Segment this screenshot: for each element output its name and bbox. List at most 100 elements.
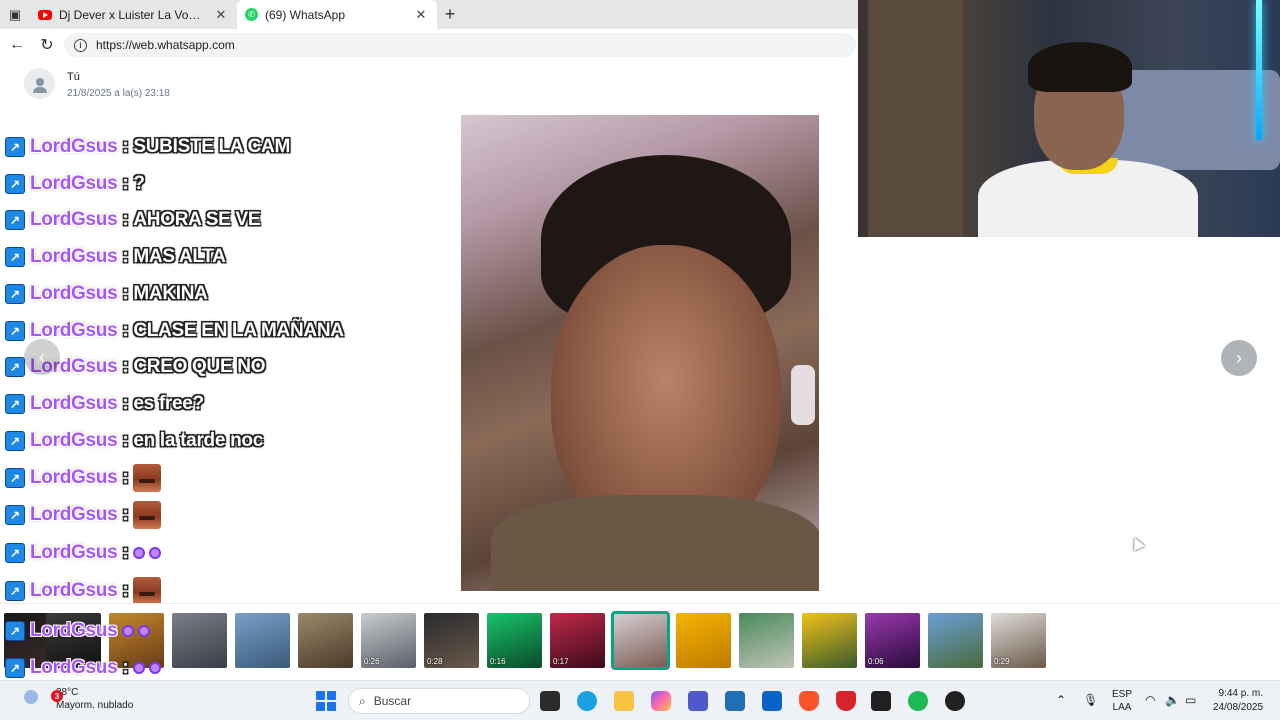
outlook-icon[interactable] bbox=[762, 691, 782, 711]
media-thumbnail[interactable] bbox=[802, 613, 857, 668]
kick-badge-icon: ↗ bbox=[5, 284, 25, 304]
media-thumbnail[interactable]: 0:16 bbox=[487, 613, 542, 668]
task-view-icon[interactable] bbox=[540, 691, 560, 711]
media-thumbnail[interactable] bbox=[298, 613, 353, 668]
chat-separator: : bbox=[122, 467, 129, 488]
kick-badge-icon: ↗ bbox=[5, 394, 25, 414]
close-icon[interactable]: ✕ bbox=[413, 7, 429, 23]
edge-icon[interactable] bbox=[577, 691, 597, 711]
spotify-icon[interactable] bbox=[908, 691, 928, 711]
teams-icon[interactable] bbox=[688, 691, 708, 711]
search-placeholder: Buscar bbox=[373, 694, 412, 708]
kick-badge-icon: ↗ bbox=[5, 174, 25, 194]
volume-icon[interactable]: 🔈 bbox=[1165, 693, 1180, 707]
brave-icon[interactable] bbox=[799, 691, 819, 711]
copilot-icon[interactable] bbox=[651, 691, 671, 711]
chevron-up-icon[interactable]: ⌃ bbox=[1056, 693, 1066, 707]
recording-app-icon[interactable] bbox=[945, 691, 965, 711]
video-duration: 0:17 bbox=[553, 657, 569, 666]
media-thumbnail[interactable] bbox=[676, 613, 731, 668]
chat-separator: : bbox=[122, 320, 129, 341]
kick-badge-icon: ↗ bbox=[5, 505, 25, 525]
chat-message: ? bbox=[133, 173, 145, 194]
store-icon[interactable] bbox=[725, 691, 745, 711]
chat-line: ↗ LordGsus : CLASE EN LA MAÑANA bbox=[5, 316, 344, 346]
chat-line: ↗ LordGsus : bbox=[5, 463, 162, 493]
chat-line: ↗ LordGsus : ? bbox=[5, 169, 145, 199]
back-arrow-icon[interactable]: ← bbox=[4, 32, 30, 58]
chat-username: LordGsus bbox=[30, 467, 118, 488]
chat-message: MAKINA bbox=[133, 283, 208, 304]
chat-separator: : bbox=[122, 542, 129, 563]
cloud-icon bbox=[24, 690, 38, 704]
windows-start-icon[interactable] bbox=[316, 691, 336, 711]
media-thumbnail[interactable]: 0:29 bbox=[991, 613, 1046, 668]
chat-separator: : bbox=[122, 209, 129, 230]
media-thumbnail[interactable]: 0:17 bbox=[550, 613, 605, 668]
site-info-icon[interactable]: i bbox=[74, 38, 87, 52]
media-thumbnail[interactable] bbox=[739, 613, 794, 668]
chat-username: LordGsus bbox=[30, 657, 118, 678]
file-explorer-icon[interactable] bbox=[614, 691, 634, 711]
windows-taskbar: 3 28°C Mayorm. nublado ⌕ Buscar ⌃ 🎙 ESP … bbox=[0, 680, 1280, 720]
webcam-overlay bbox=[858, 0, 1280, 237]
media-thumbnail[interactable]: 0:06 bbox=[865, 613, 920, 668]
chat-message: en la tarde noc bbox=[133, 430, 263, 451]
taskbar-search[interactable]: ⌕ Buscar bbox=[348, 688, 530, 714]
video-duration: 0:29 bbox=[994, 657, 1010, 666]
chat-message: MAS ALTA bbox=[133, 246, 226, 267]
chat-separator: : bbox=[122, 504, 129, 525]
tab-actions-icon[interactable]: ▣ bbox=[0, 0, 30, 29]
previous-media-button[interactable]: ‹ bbox=[24, 339, 60, 375]
language-indicator[interactable]: ESP LAA bbox=[1112, 688, 1132, 714]
reload-icon[interactable]: ↻ bbox=[34, 32, 60, 58]
chat-separator: : bbox=[122, 430, 129, 451]
chat-message: AHORA SE VE bbox=[133, 209, 261, 230]
obs-app-icon[interactable] bbox=[871, 691, 891, 711]
media-thumbnail[interactable] bbox=[235, 613, 290, 668]
chat-username: LordGsus bbox=[30, 173, 118, 194]
next-media-button[interactable]: › bbox=[1221, 340, 1257, 376]
tab-youtube[interactable]: Dj Dever x Luister La Voz - Quien ✕ bbox=[30, 0, 237, 29]
chat-separator: : bbox=[122, 580, 129, 601]
tab-whatsapp[interactable]: ✆ (69) WhatsApp ✕ bbox=[237, 0, 437, 29]
system-clock[interactable]: 9:44 p. m. 24/08/2025 bbox=[1213, 687, 1263, 715]
media-thumbnail[interactable] bbox=[928, 613, 983, 668]
kick-badge-icon: ↗ bbox=[5, 137, 25, 157]
media-thumbnail-strip: 0:26 0:28 0:16 0:17 0:06 0:29 bbox=[0, 603, 1280, 676]
chat-username: LordGsus bbox=[30, 504, 118, 525]
close-icon[interactable]: ✕ bbox=[213, 7, 229, 23]
weather-widget[interactable]: 3 28°C Mayorm. nublado bbox=[24, 686, 133, 712]
battery-icon[interactable]: ▭ bbox=[1185, 693, 1196, 707]
chat-username: LordGsus bbox=[30, 620, 118, 641]
chat-separator: : bbox=[122, 136, 129, 157]
media-thumbnail[interactable] bbox=[172, 613, 227, 668]
eyes-emote-icon bbox=[122, 622, 151, 640]
microphone-icon[interactable]: 🎙 bbox=[1083, 693, 1098, 707]
kick-badge-icon: ↗ bbox=[5, 247, 25, 267]
video-duration: 0:06 bbox=[868, 657, 884, 666]
chat-separator: : bbox=[122, 246, 129, 267]
language-top: ESP bbox=[1112, 689, 1133, 700]
weather-temp: 28°C bbox=[56, 687, 79, 698]
kick-badge-icon: ↗ bbox=[5, 581, 25, 601]
chat-message: SUBISTE LA CAM bbox=[133, 136, 290, 157]
media-thumbnail[interactable]: 0:28 bbox=[424, 613, 479, 668]
media-photo bbox=[461, 115, 819, 591]
media-thumbnail[interactable] bbox=[611, 611, 670, 670]
default-avatar-icon bbox=[32, 77, 47, 93]
browser-tab-strip: ▣ Dj Dever x Luister La Voz - Quien ✕ ✆ … bbox=[0, 0, 858, 29]
url-field[interactable]: i https://web.whatsapp.com bbox=[64, 33, 856, 57]
shield-app-icon[interactable] bbox=[836, 691, 856, 711]
chat-line: ↗ LordGsus : es free? bbox=[5, 389, 204, 419]
chat-separator: : bbox=[122, 283, 129, 304]
media-thumbnail[interactable]: 0:26 bbox=[361, 613, 416, 668]
chat-message: CLASE EN LA MAÑANA bbox=[133, 320, 344, 341]
wifi-icon[interactable]: ◠ bbox=[1145, 693, 1155, 707]
chat-line: ↗ LordGsus : en la tarde noc bbox=[5, 426, 263, 456]
avatar[interactable] bbox=[24, 68, 55, 99]
kick-badge-icon: ↗ bbox=[5, 468, 25, 488]
video-duration: 0:16 bbox=[490, 657, 506, 666]
new-tab-button[interactable]: + bbox=[437, 0, 463, 29]
youtube-icon bbox=[38, 9, 52, 20]
